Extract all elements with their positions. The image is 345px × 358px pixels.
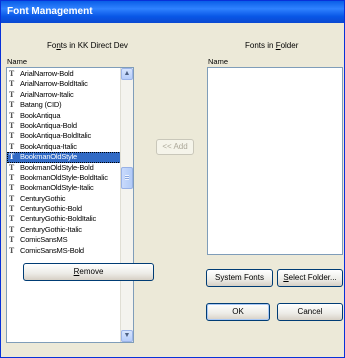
- font-list-item[interactable]: T CenturyGothic-Italic: [7, 225, 133, 235]
- font-name: BookAntiqua-BoldItalic: [20, 131, 92, 141]
- ok-button[interactable]: OK: [206, 303, 270, 321]
- font-list-item[interactable]: T CenturyGothic-Bold: [7, 204, 133, 214]
- font-name: BookmanOldStyle-Bold: [20, 162, 94, 172]
- chevron-up-icon: ▲: [123, 70, 131, 77]
- select-folder-button[interactable]: Select Folder...: [277, 269, 343, 287]
- font-type-icon: T: [9, 79, 15, 89]
- font-list-item[interactable]: T CenturyGothic-BoldItalic: [7, 214, 133, 224]
- font-list-item[interactable]: T BookAntiqua: [7, 111, 133, 121]
- font-type-icon: T: [9, 204, 15, 214]
- font-name: ArialNarrow-Bold: [20, 69, 74, 78]
- right-list-header: Name: [208, 57, 229, 66]
- font-list-item[interactable]: T ArialNarrow-BoldItalic: [7, 79, 133, 89]
- font-list-item[interactable]: T ComicSansMS: [7, 235, 133, 245]
- font-name: BookmanOldStyle-Italic: [20, 183, 94, 193]
- left-panel-title: Fonts in KK Direct Dev: [47, 41, 128, 50]
- remove-button-label: Remove: [73, 267, 104, 276]
- right-panel-title: Fonts in Folder: [245, 41, 299, 50]
- system-fonts-button[interactable]: System Fonts: [206, 269, 273, 287]
- select-folder-label: Select Folder...: [283, 273, 337, 282]
- font-name: ComicSansMS: [20, 235, 68, 245]
- left-list-header: Name: [7, 57, 28, 66]
- font-list-item[interactable]: T BookmanOldStyle-BoldItalic: [7, 173, 133, 183]
- font-list-item[interactable]: T Batang (CID): [7, 100, 133, 110]
- scroll-up-button[interactable]: ▲: [121, 68, 133, 80]
- font-list-item[interactable]: T BookAntiqua-Italic: [7, 142, 133, 152]
- font-list-item[interactable]: T BookmanOldStyle-Italic: [7, 183, 133, 193]
- font-list-item[interactable]: T ComicSansMS-Bold: [7, 246, 133, 256]
- font-type-icon: T: [9, 224, 15, 234]
- font-type-icon: T: [9, 69, 15, 78]
- font-type-icon: T: [9, 245, 15, 255]
- font-list-item[interactable]: T BookAntiqua-Bold: [7, 121, 133, 131]
- font-list-item[interactable]: T BookAntiqua-BoldItalic: [7, 131, 133, 141]
- font-type-icon: T: [9, 235, 15, 245]
- left-list-scrollbar[interactable]: ▲ ▼: [120, 68, 133, 342]
- font-type-icon: T: [9, 89, 15, 99]
- font-name: BookAntiqua-Bold: [20, 120, 77, 130]
- font-management-window: Font Management Fonts in KK Direct Dev N…: [0, 0, 345, 358]
- font-name: ComicSansMS-Bold: [20, 245, 84, 255]
- font-type-icon: T: [9, 141, 15, 151]
- font-list-item[interactable]: T CenturyGothic: [7, 194, 133, 204]
- folder-fonts-list[interactable]: [207, 67, 343, 255]
- cancel-button[interactable]: Cancel: [277, 303, 343, 321]
- add-button[interactable]: << Add: [156, 139, 194, 155]
- font-name: BookmanOldStyle: [20, 152, 78, 162]
- font-name: CenturyGothic: [20, 193, 66, 203]
- font-type-icon: T: [9, 100, 15, 110]
- font-name: Batang (CID): [20, 100, 62, 110]
- font-name: CenturyGothic-Italic: [20, 224, 82, 234]
- font-list-item[interactable]: T BookmanOldStyle-Bold: [7, 163, 133, 173]
- font-name: BookAntiqua-Italic: [20, 141, 77, 151]
- font-type-icon: T: [9, 152, 15, 162]
- remove-button[interactable]: Remove: [23, 263, 154, 281]
- scroll-thumb[interactable]: [121, 167, 133, 189]
- font-name: ArialNarrow-Italic: [20, 89, 74, 99]
- font-name: CenturyGothic-BoldItalic: [20, 214, 97, 224]
- font-name: BookmanOldStyle-BoldItalic: [20, 172, 108, 182]
- scroll-down-button[interactable]: ▼: [121, 330, 133, 342]
- font-name: BookAntiqua: [20, 110, 61, 120]
- font-type-icon: T: [9, 162, 15, 172]
- font-type-icon: T: [9, 214, 15, 224]
- font-name: ArialNarrow-BoldItalic: [20, 79, 88, 89]
- window-title: Font Management: [1, 1, 344, 23]
- font-type-icon: T: [9, 120, 15, 130]
- font-type-icon: T: [9, 131, 15, 141]
- font-type-icon: T: [9, 183, 15, 193]
- installed-fonts-list[interactable]: T ArialNarrow-Bold T ArialNarrow-BoldItalic…: [6, 67, 134, 343]
- font-type-icon: T: [9, 110, 15, 120]
- font-type-icon: T: [9, 193, 15, 203]
- chevron-down-icon: ▼: [123, 332, 131, 339]
- font-list-item[interactable]: T BookmanOldStyle: [7, 152, 133, 163]
- font-list-item[interactable]: T ArialNarrow-Italic: [7, 90, 133, 100]
- font-name: CenturyGothic-Bold: [20, 204, 82, 214]
- font-list-item[interactable]: T ArialNarrow-Bold: [7, 69, 133, 79]
- font-type-icon: T: [9, 172, 15, 182]
